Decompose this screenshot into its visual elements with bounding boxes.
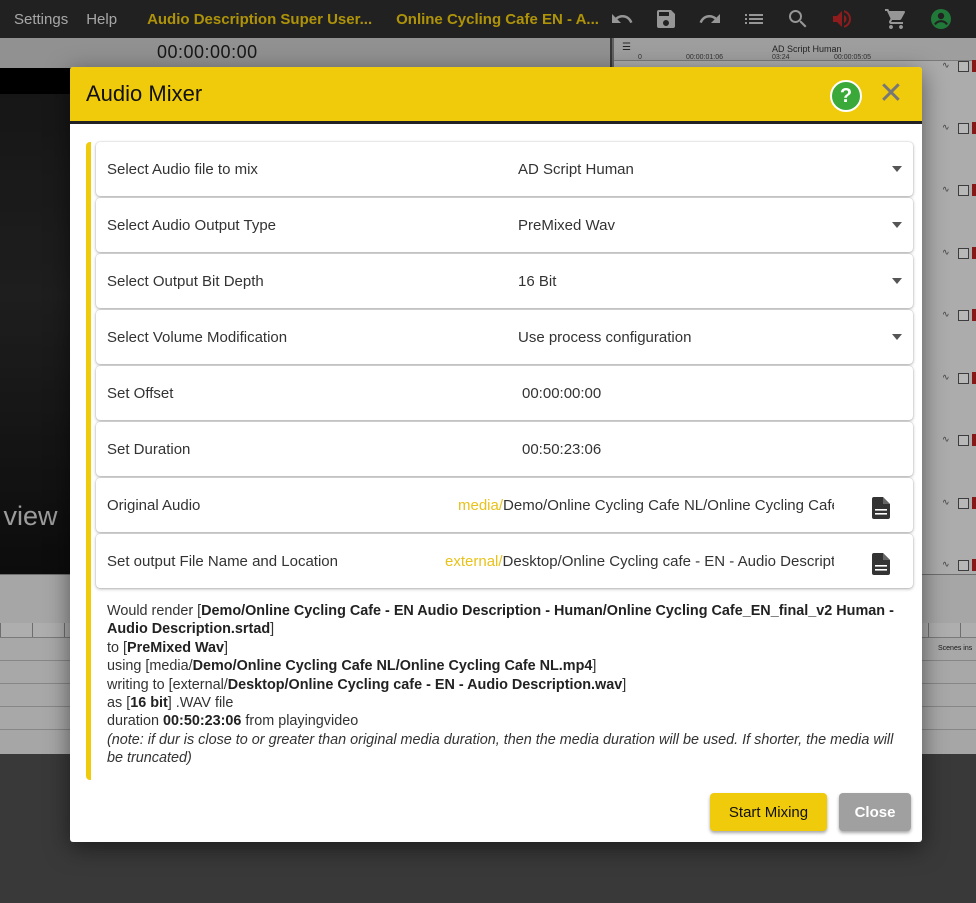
chevron-down-icon[interactable]	[892, 222, 902, 228]
summary-output-type: PreMixed Wav	[127, 639, 225, 656]
audio-file-select[interactable]: Select Audio file to mix AD Script Human	[96, 142, 913, 196]
summary-duration-line: duration 00:50:23:06 from playingvideo	[107, 712, 897, 730]
offset-input[interactable]: 00:00:00:00	[522, 385, 601, 402]
summary-writing-line: writing to [external/Desktop/Online Cycl…	[107, 676, 897, 694]
close-icon[interactable]: ✕	[878, 79, 904, 109]
original-audio-row: Original Audio media/Demo/Online Cycling…	[96, 478, 913, 532]
summary-output-path: Desktop/Online Cycling cafe - EN - Audio…	[227, 676, 623, 693]
render-summary: Would render [Demo/Online Cycling Cafe -…	[107, 602, 897, 768]
bit-depth-label: Select Output Bit Depth	[107, 273, 264, 290]
chevron-down-icon[interactable]	[892, 278, 902, 284]
summary-text: duration	[107, 713, 164, 730]
summary-text: ]	[270, 621, 275, 638]
dialog-header: Audio Mixer ? ✕	[70, 67, 922, 124]
duration-input[interactable]: 00:50:23:06	[522, 441, 601, 458]
offset-row: Set Offset 00:00:00:00	[96, 366, 913, 420]
dialog-title: Audio Mixer	[86, 81, 203, 106]
summary-text: using [media/	[107, 658, 193, 675]
summary-text: ] .WAV file	[167, 695, 234, 712]
summary-text: ]	[622, 676, 627, 693]
summary-text: ]	[592, 658, 597, 675]
audio-file-label: Select Audio file to mix	[107, 161, 258, 178]
summary-to-line: to [PreMixed Wav]	[107, 639, 897, 657]
original-audio-prefix: media/	[458, 497, 504, 514]
volume-modification-value[interactable]: Use process configuration	[518, 329, 691, 346]
output-file-row: Set output File Name and Location extern…	[96, 534, 913, 588]
summary-as-line: as [16 bit] .WAV file	[107, 694, 897, 712]
output-type-select[interactable]: Select Audio Output Type PreMixed Wav	[96, 198, 913, 252]
output-type-label: Select Audio Output Type	[107, 217, 277, 234]
output-type-value[interactable]: PreMixed Wav	[518, 217, 615, 234]
audio-mixer-dialog: Audio Mixer ? ✕ Select Audio file to mix…	[70, 67, 922, 842]
close-button[interactable]: Close	[839, 793, 911, 831]
summary-duration: 00:50:23:06	[163, 713, 242, 730]
output-file-name: Desktop/Online Cycling cafe - EN - Audio…	[502, 553, 834, 570]
volume-modification-label: Select Volume Modification	[107, 329, 288, 346]
chevron-down-icon[interactable]	[892, 166, 902, 172]
output-file-prefix: external/	[445, 553, 503, 570]
bit-depth-select[interactable]: Select Output Bit Depth 16 Bit	[96, 254, 913, 308]
original-audio-file: Demo/Online Cycling Cafe NL/Online Cycli…	[503, 497, 834, 514]
help-button[interactable]: ?	[830, 80, 862, 112]
summary-text: to [	[107, 639, 127, 656]
summary-bit-depth: 16 bit	[130, 695, 168, 712]
output-file-path: external/Desktop/Online Cycling cafe - E…	[445, 553, 834, 570]
original-audio-path: media/Demo/Online Cycling Cafe NL/Online…	[458, 497, 834, 514]
summary-note: (note: if dur is close to or greater tha…	[107, 731, 894, 767]
duration-row: Set Duration 00:50:23:06	[96, 422, 913, 476]
volume-modification-select[interactable]: Select Volume Modification Use process c…	[96, 310, 913, 364]
bit-depth-value[interactable]: 16 Bit	[518, 273, 556, 290]
file-icon[interactable]	[872, 497, 890, 519]
output-file-label: Set output File Name and Location	[107, 553, 338, 570]
summary-source-path: Demo/Online Cycling Cafe NL/Online Cycli…	[192, 658, 593, 675]
summary-text: as [	[107, 695, 131, 712]
summary-text: from playingvideo	[241, 713, 359, 730]
original-audio-label: Original Audio	[107, 497, 201, 514]
summary-render-line: Would render [Demo/Online Cycling Cafe -…	[107, 602, 897, 639]
summary-text: ]	[224, 639, 229, 656]
chevron-down-icon[interactable]	[892, 334, 902, 340]
offset-label: Set Offset	[107, 385, 174, 402]
mixer-form: Select Audio file to mix AD Script Human…	[86, 142, 917, 780]
summary-render-path: Demo/Online Cycling Cafe - EN Audio Desc…	[107, 603, 894, 638]
file-icon[interactable]	[872, 553, 890, 575]
summary-text: Would render [	[107, 603, 202, 619]
summary-using-line: using [media/Demo/Online Cycling Cafe NL…	[107, 657, 897, 675]
duration-label: Set Duration	[107, 441, 191, 458]
summary-text: writing to [external/	[107, 676, 228, 693]
audio-file-value[interactable]: AD Script Human	[518, 161, 634, 178]
start-mixing-button[interactable]: Start Mixing	[710, 793, 827, 831]
